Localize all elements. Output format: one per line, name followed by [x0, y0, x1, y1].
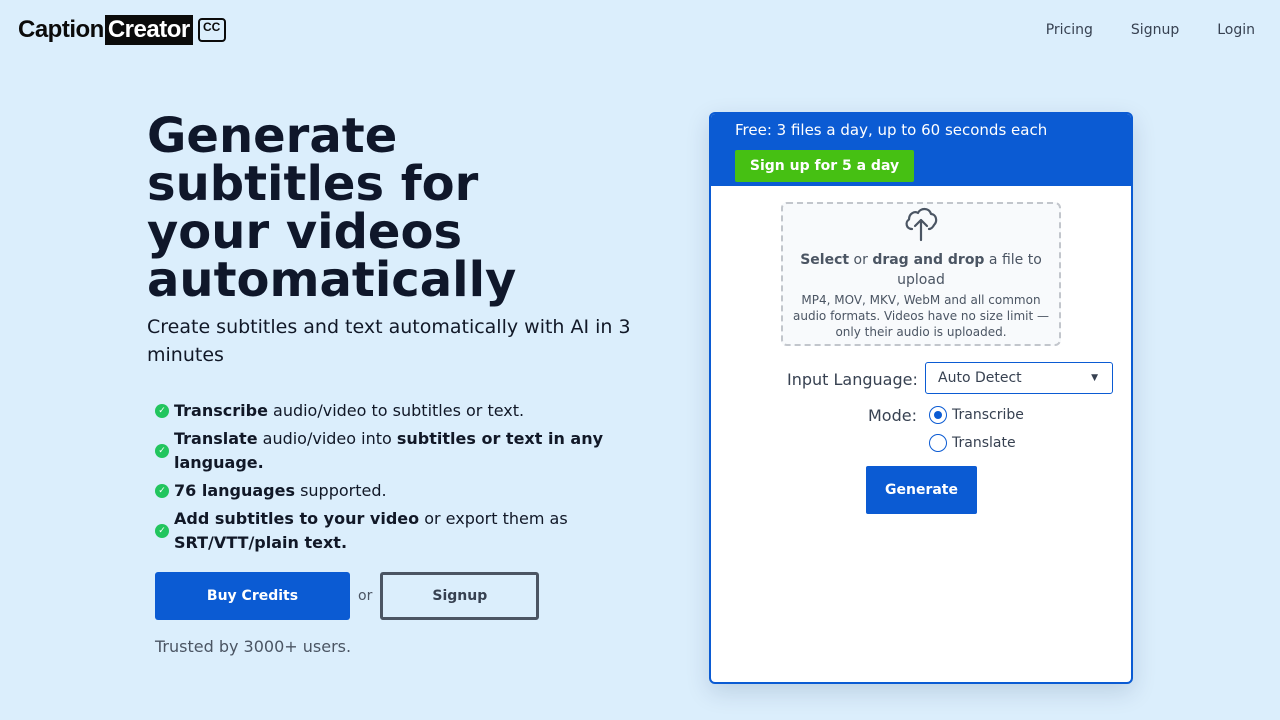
feature-item: ✓ 76 languages supported. [155, 479, 635, 503]
dropzone-hint: MP4, MOV, MKV, WebM and all common audio… [793, 293, 1049, 339]
input-language-label: Input Language: [787, 370, 918, 389]
top-nav: Pricing Signup Login [1046, 22, 1255, 38]
feature-item: ✓ Add subtitles to your video or export … [155, 507, 635, 555]
feature-item: ✓ Translate audio/video into subtitles o… [155, 427, 635, 475]
closed-caption-icon: CC [197, 18, 226, 42]
hero-subtitle: Create subtitles and text automatically … [147, 316, 631, 366]
feature-text: audio/video to subtitles or text. [267, 401, 525, 420]
logo[interactable]: Caption Creator CC [18, 15, 226, 45]
mode-option-label: Translate [952, 435, 1016, 451]
feature-text: audio/video into [257, 429, 397, 448]
dropzone-text: or [849, 252, 873, 268]
file-dropzone[interactable]: Select or drag and drop a file to upload… [781, 202, 1061, 346]
feature-bold: 76 languages [174, 481, 295, 500]
panel-header: Free: 3 files a day, up to 60 seconds ea… [711, 114, 1131, 186]
feature-bold: Translate [174, 429, 258, 448]
feature-text: or export them as [419, 509, 568, 528]
check-icon: ✓ [155, 484, 169, 498]
or-separator: or [358, 588, 373, 604]
mode-option-label: Transcribe [952, 407, 1024, 423]
mode-label: Mode: [868, 406, 917, 425]
radio-selected[interactable] [929, 406, 947, 424]
hero-title: Generate subtitles for your videos autom… [147, 108, 517, 308]
feature-bold: SRT/VTT/plain text. [174, 533, 348, 552]
feature-bold: Add subtitles to your video [174, 509, 420, 528]
dropzone-instructions: Select or drag and drop a file to upload [791, 250, 1051, 290]
feature-bold: Transcribe [174, 401, 268, 420]
feature-list: ✓ Transcribe audio/video to subtitles or… [155, 399, 635, 559]
signup-button[interactable]: Signup [380, 572, 540, 620]
upload-panel: Free: 3 files a day, up to 60 seconds ea… [709, 112, 1133, 684]
cloud-upload-icon [905, 207, 938, 242]
check-icon: ✓ [155, 444, 169, 458]
mode-option-translate[interactable]: Translate [929, 434, 1016, 452]
nav-signup-link[interactable]: Signup [1131, 22, 1179, 38]
feature-text: supported. [294, 481, 387, 500]
mode-option-transcribe[interactable]: Transcribe [929, 406, 1024, 424]
drag-drop-text: drag and drop [872, 252, 985, 268]
cta-row: Buy Credits or Signup [155, 572, 540, 620]
generate-button[interactable]: Generate [866, 466, 977, 514]
signup-five-button[interactable]: Sign up for 5 a day [735, 150, 914, 182]
select-link[interactable]: Select [800, 252, 849, 268]
buy-credits-button[interactable]: Buy Credits [155, 572, 350, 620]
input-language-select[interactable]: Auto Detect ▼ [925, 362, 1113, 394]
radio-unselected[interactable] [929, 434, 947, 452]
trusted-text: Trusted by 3000+ users. [155, 637, 352, 656]
nav-pricing-link[interactable]: Pricing [1046, 22, 1093, 38]
chevron-down-icon: ▼ [1091, 373, 1098, 383]
nav-login-link[interactable]: Login [1217, 22, 1255, 38]
check-icon: ✓ [155, 404, 169, 418]
input-language-value: Auto Detect [938, 370, 1022, 386]
logo-text-caption: Caption [18, 16, 104, 43]
check-icon: ✓ [155, 524, 169, 538]
feature-item: ✓ Transcribe audio/video to subtitles or… [155, 399, 635, 423]
logo-text-creator: Creator [104, 15, 193, 45]
free-limit-text: Free: 3 files a day, up to 60 seconds ea… [735, 121, 1048, 139]
